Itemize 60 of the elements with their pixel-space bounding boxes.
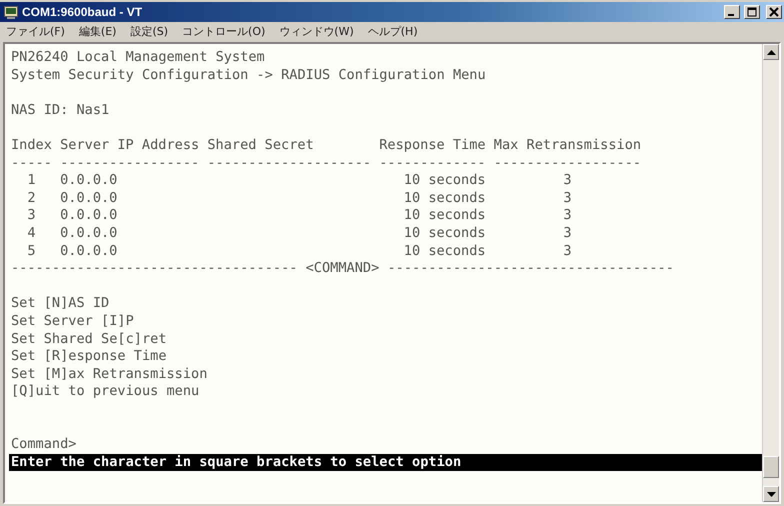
- table-cell-text: 3: [562, 224, 573, 243]
- table-cell-text: 2: [26, 190, 37, 208]
- header-text: System Security Configuration -> RADIUS Configuration Menu: [10, 66, 487, 84]
- maximize-icon: [747, 7, 757, 17]
- table-cell-text: 0.0.0.0: [60, 242, 118, 260]
- table-cell-text: 3: [562, 207, 573, 225]
- scroll-up-icon[interactable]: [763, 44, 779, 60]
- maximize-button[interactable]: [744, 5, 760, 19]
- table-cell-text: 5: [26, 242, 37, 260]
- table-cell-text: 0.0.0.0: [60, 172, 118, 190]
- table-cell-text: 3: [26, 207, 37, 225]
- menu-item[interactable]: 編集(E): [78, 24, 116, 38]
- minimize-icon: [728, 14, 734, 16]
- header-text: PN26240 Local Management System: [10, 49, 266, 67]
- terminal-icon: [4, 5, 18, 19]
- table-cell-text: 3: [562, 190, 573, 208]
- table-cell-text: 3: [562, 242, 573, 260]
- column-header: Shared Secret: [207, 136, 315, 155]
- column-header: Server IP Address: [60, 136, 200, 155]
- dashed-rule: -----------------------------------: [387, 260, 674, 278]
- menu-option: [Q]uit to previous menu: [9, 383, 762, 401]
- menu-option: Set [R]esponse Time: [9, 348, 762, 366]
- menu-item[interactable]: 設定(S): [130, 24, 168, 38]
- table-cell-text: 0.0.0.0: [60, 224, 118, 243]
- minimize-button[interactable]: [724, 5, 740, 19]
- table-cell-text: 3: [562, 172, 573, 190]
- dashed-rule: -----------------------------------: [11, 260, 298, 278]
- window-title: COM1:9600baud - VT: [22, 5, 142, 19]
- menu-item[interactable]: ヘルプ(H): [368, 24, 418, 38]
- table-cell-text: 10 seconds: [402, 207, 486, 225]
- column-underline: --------------------: [207, 154, 372, 172]
- menu-option: Set Shared Se[c]ret: [9, 330, 762, 348]
- close-button[interactable]: [766, 5, 782, 19]
- column-header: Index: [11, 136, 52, 155]
- nas-id-text: NAS ID: Nas1: [10, 102, 110, 120]
- column-header: Response Time: [379, 136, 486, 155]
- menu-option: Set [N]AS ID: [9, 295, 762, 313]
- table-cell-text: 0.0.0.0: [60, 190, 118, 208]
- column-underline: -------------: [379, 154, 486, 172]
- column-underline: ------------------: [494, 154, 642, 172]
- table-cell-text: 0.0.0.0: [60, 207, 118, 225]
- table-cell-text: 1: [26, 172, 37, 190]
- table-cell-text: 10 seconds: [402, 224, 486, 243]
- section-label: <COMMAND>: [306, 260, 380, 278]
- column-header: Max Retransmission: [494, 136, 642, 155]
- menu-item[interactable]: ファイル(F): [6, 24, 65, 38]
- menu-item[interactable]: コントロール(O): [182, 24, 266, 38]
- table-cell-text: 10 seconds: [402, 190, 486, 208]
- menu-option: Set [M]ax Retransmission: [9, 366, 762, 384]
- command-prompt: Command>: [10, 436, 78, 454]
- menu-option: Set Server [I]P: [9, 312, 762, 330]
- scroll-down-icon[interactable]: [763, 486, 779, 502]
- table-cell-text: 10 seconds: [402, 242, 486, 260]
- scroll-thumb[interactable]: [763, 456, 779, 478]
- table-cell-text: 10 seconds: [402, 172, 486, 190]
- close-icon: [769, 7, 779, 17]
- table-cell-text: 4: [26, 224, 37, 243]
- column-underline: -----------------: [60, 154, 200, 172]
- menu-item[interactable]: ウィンドウ(W): [279, 24, 354, 38]
- column-underline: -----: [11, 154, 52, 172]
